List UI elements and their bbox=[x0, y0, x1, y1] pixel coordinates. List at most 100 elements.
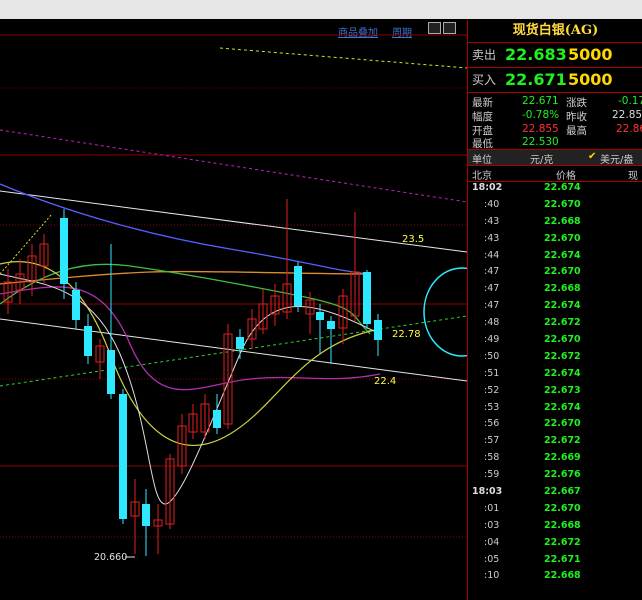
tick-row: :40 22.670 bbox=[468, 199, 642, 216]
candle-down bbox=[316, 312, 324, 320]
tick-price: 22.676 bbox=[544, 469, 581, 481]
tick-time: :49 bbox=[484, 334, 500, 346]
tick-row: :56 22.670 bbox=[468, 418, 642, 435]
sell-row[interactable]: 卖出 22.683 5000 bbox=[468, 43, 642, 68]
check-icon[interactable]: ✔ bbox=[588, 151, 596, 162]
ma-purple bbox=[0, 286, 381, 391]
ma-blue bbox=[0, 183, 371, 275]
tick-price: 22.674 bbox=[544, 367, 581, 379]
tick-time: :01 bbox=[484, 502, 500, 514]
tick-price: 22.670 bbox=[544, 418, 581, 430]
amplitude-label: 幅度 bbox=[472, 111, 493, 123]
tick-time: :48 bbox=[484, 317, 500, 329]
tick-row: :57 22.672 bbox=[468, 435, 642, 452]
buy-volume: 5000 bbox=[568, 70, 613, 89]
change-value: -0.17 bbox=[618, 95, 642, 107]
candle-down bbox=[84, 326, 92, 356]
tick-time: :47 bbox=[484, 283, 500, 295]
quote-panel: 现货白银(AG) 卖出 22.683 5000 买入 22.671 5000 最… bbox=[467, 20, 642, 600]
tick-price: 22.674 bbox=[544, 300, 581, 312]
tick-price: 22.670 bbox=[544, 198, 581, 210]
tick-row: :47 22.674 bbox=[468, 300, 642, 317]
layout-button[interactable] bbox=[428, 22, 441, 34]
change-label: 涨跌 bbox=[566, 97, 587, 109]
candle-down bbox=[119, 394, 127, 519]
buy-label: 买入 bbox=[472, 73, 497, 87]
chart-grid bbox=[0, 34, 467, 538]
candlestick-chart[interactable]: 23.5 22.78 22.4 20.660 bbox=[0, 34, 467, 600]
sell-price: 22.683 bbox=[505, 45, 567, 64]
tick-time: :47 bbox=[484, 266, 500, 278]
tick-price: 22.672 bbox=[544, 536, 581, 548]
tick-row: :58 22.669 bbox=[468, 452, 642, 469]
label-22-4: 22.4 bbox=[374, 376, 396, 387]
tick-header-price: 价格 bbox=[556, 171, 576, 182]
tick-price: 22.671 bbox=[544, 553, 581, 565]
tick-row: :59 22.676 bbox=[468, 469, 642, 486]
tick-row: :43 22.670 bbox=[468, 233, 642, 250]
tick-row: :53 22.674 bbox=[468, 402, 642, 419]
tick-row: 18:03 22.667 bbox=[468, 486, 642, 503]
tick-price: 22.672 bbox=[544, 350, 581, 362]
label-low-20-660: 20.660 bbox=[94, 552, 127, 563]
tick-time: :59 bbox=[484, 469, 500, 481]
tick-price: 22.668 bbox=[544, 215, 581, 227]
tick-price: 22.668 bbox=[544, 570, 581, 582]
candle-down bbox=[213, 410, 221, 428]
candle-down bbox=[236, 337, 244, 349]
tick-header-vol: 现 bbox=[628, 171, 638, 182]
tick-time: :50 bbox=[484, 350, 500, 362]
tick-time: :04 bbox=[484, 536, 500, 548]
tick-time: 18:03 bbox=[472, 486, 503, 498]
tick-price: 22.673 bbox=[544, 384, 581, 396]
tick-row: :48 22.672 bbox=[468, 317, 642, 334]
buy-row[interactable]: 买入 22.671 5000 bbox=[468, 68, 642, 93]
tick-price: 22.674 bbox=[544, 401, 581, 413]
candle-down bbox=[374, 320, 382, 340]
high-value: 22.86 bbox=[616, 123, 642, 135]
tick-row: :47 22.670 bbox=[468, 266, 642, 283]
prev-close-value: 22.85 bbox=[612, 109, 642, 121]
tick-time: :57 bbox=[484, 435, 500, 447]
alt-unit-option[interactable]: 美元/盎 bbox=[600, 151, 633, 166]
tick-price: 22.672 bbox=[544, 435, 581, 447]
tick-row: 18:02 22.674 bbox=[468, 182, 642, 199]
window-top-strip bbox=[0, 0, 642, 20]
low-label: 最低 bbox=[472, 138, 493, 150]
tick-time: :03 bbox=[484, 519, 500, 531]
high-label: 最高 bbox=[566, 125, 587, 137]
open-value: 22.855 bbox=[522, 123, 559, 135]
tick-price: 22.674 bbox=[544, 249, 581, 261]
candle-down bbox=[294, 266, 302, 306]
tick-list[interactable]: 18:02 22.674:40 22.670:43 22.668:43 22.670:4… bbox=[468, 182, 642, 587]
label-22-78: 22.78 bbox=[392, 329, 421, 340]
tick-row: :44 22.674 bbox=[468, 250, 642, 267]
instrument-title: 现货白银(AG) bbox=[468, 20, 642, 43]
tick-time: :51 bbox=[484, 367, 500, 379]
tick-time: :43 bbox=[484, 215, 500, 227]
tick-row: :05 22.671 bbox=[468, 554, 642, 571]
candle-down bbox=[363, 272, 371, 324]
unit-value: 元/克 bbox=[530, 155, 554, 166]
stats-block: 最新 22.671 涨跌 -0.17 幅度 -0.78% 昨收 22.85 开盘… bbox=[468, 93, 642, 150]
tick-time: :47 bbox=[484, 300, 500, 312]
tick-header: 北京 价格 现 bbox=[468, 166, 642, 182]
restore-button[interactable] bbox=[443, 22, 456, 34]
candle-down bbox=[72, 290, 80, 320]
tick-time: :56 bbox=[484, 418, 500, 430]
trendline-magenta-dashed bbox=[0, 129, 467, 203]
tick-price: 22.670 bbox=[544, 334, 581, 346]
buy-price: 22.671 bbox=[505, 70, 567, 89]
candle-down bbox=[60, 218, 68, 284]
tick-time: :44 bbox=[484, 249, 500, 261]
tick-price: 22.669 bbox=[544, 452, 581, 464]
low-value: 22.530 bbox=[522, 136, 559, 148]
label-23-5: 23.5 bbox=[402, 234, 424, 245]
latest-label: 最新 bbox=[472, 97, 493, 109]
tick-row: :10 22.668 bbox=[468, 570, 642, 587]
tick-price: 22.670 bbox=[544, 232, 581, 244]
tick-time: :10 bbox=[484, 570, 500, 582]
tick-row: :43 22.668 bbox=[468, 216, 642, 233]
unit-label: 单位 bbox=[472, 155, 492, 166]
tick-row: :50 22.672 bbox=[468, 351, 642, 368]
